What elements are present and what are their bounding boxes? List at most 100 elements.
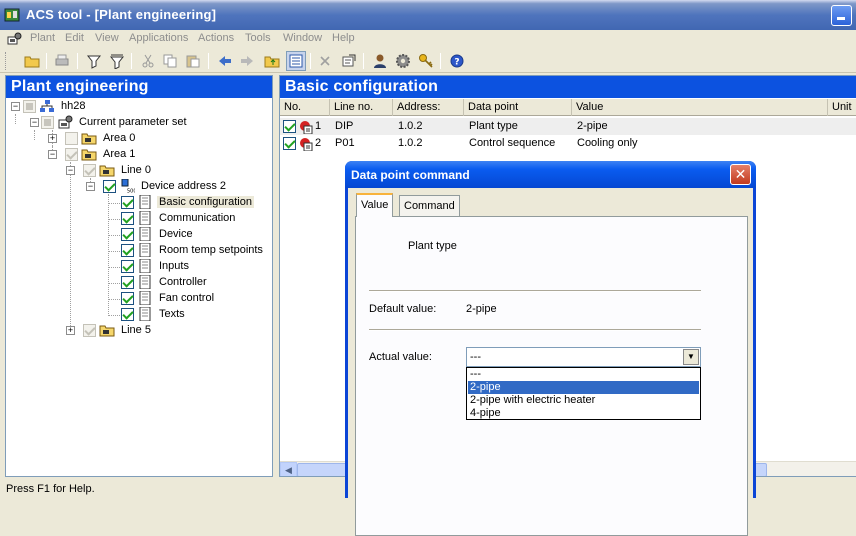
actual-value-label: Actual value: (369, 351, 432, 363)
tree-item-line-0[interactable]: Line 0 (83, 162, 153, 178)
menu-help[interactable]: Help (332, 32, 355, 44)
column-header-address[interactable]: Address: (393, 99, 464, 116)
tree-item-line-5[interactable]: Line 5 (83, 322, 153, 338)
tree-item-fan-control[interactable]: Fan control (121, 290, 216, 306)
column-header-no[interactable]: No. (280, 99, 330, 116)
checkbox-communication[interactable] (121, 211, 134, 225)
column-header-data-point[interactable]: Data point (464, 99, 572, 116)
tree-item-area-0[interactable]: Area 0 (65, 130, 137, 146)
checkbox-device[interactable] (121, 227, 134, 241)
expander-hh28[interactable]: − (11, 102, 20, 111)
svg-text:?: ? (454, 58, 459, 68)
checkbox-texts[interactable] (121, 307, 134, 321)
column-header-value[interactable]: Value (572, 99, 828, 116)
toolbar: ? (0, 49, 856, 73)
checkbox-basic-configuration[interactable] (121, 195, 134, 209)
key-icon[interactable] (416, 51, 436, 71)
arrow-right-icon[interactable] (237, 51, 257, 71)
minimize-button[interactable] (831, 5, 852, 26)
table-row[interactable]: 2 P01 1.0.2 Control sequence Cooling onl… (280, 135, 856, 152)
row-checkbox[interactable] (283, 120, 296, 133)
menu-edit[interactable]: Edit (65, 32, 84, 44)
menu-actions[interactable]: Actions (198, 32, 234, 44)
tab-value[interactable]: Value (356, 193, 394, 217)
svg-text:500: 500 (127, 189, 135, 194)
help-icon[interactable]: ? (447, 51, 467, 71)
filter-all-icon[interactable] (107, 51, 127, 71)
separator (369, 329, 701, 331)
plant-engineering-title: Plant engineering (6, 76, 272, 98)
datapoint-status-icon (300, 121, 313, 134)
tree-item-current-parameter-set[interactable]: Current parameter set (41, 114, 189, 130)
chevron-down-icon[interactable]: ▼ (683, 349, 699, 365)
checkbox-parameter-set[interactable] (41, 115, 54, 129)
tree-item-controller[interactable]: Controller (121, 274, 209, 290)
folder-up-icon[interactable] (262, 51, 282, 71)
close-icon[interactable]: ✕ (730, 164, 751, 185)
menu-window[interactable]: Window (283, 32, 322, 44)
dropdown-option[interactable]: --- (468, 368, 699, 381)
parameter-set-icon (58, 115, 73, 129)
dialog-title-bar[interactable]: Data point command ✕ (345, 161, 756, 188)
column-header-line-no[interactable]: Line no. (330, 99, 393, 116)
properties-icon[interactable] (339, 51, 359, 71)
expander-parameter-set[interactable]: − (30, 118, 39, 127)
user-icon[interactable] (370, 51, 390, 71)
checkbox-controller[interactable] (121, 275, 134, 289)
tab-command[interactable]: Command (399, 195, 460, 216)
tree-item-area-1[interactable]: Area 1 (65, 146, 137, 162)
list-view-icon[interactable] (286, 51, 306, 71)
data-point-command-dialog: Data point command ✕ Value Command Plant… (345, 161, 756, 536)
expander-line-0[interactable]: − (66, 166, 75, 175)
table-row[interactable]: 1 DIP 1.0.2 Plant type 2-pipe (280, 118, 856, 135)
arrow-left-icon[interactable] (215, 51, 235, 71)
print-icon[interactable] (52, 51, 72, 71)
paste-icon[interactable] (183, 51, 203, 71)
dropdown-option-highlighted[interactable]: 2-pipe (468, 381, 699, 394)
device-icon: 500 (121, 179, 135, 194)
row-checkbox[interactable] (283, 137, 296, 150)
dropdown-option[interactable]: 2-pipe with electric heater (468, 394, 699, 407)
column-header-unit[interactable]: Unit (828, 99, 856, 116)
tree-item-device[interactable]: Device (121, 226, 195, 242)
app-icon (4, 8, 20, 22)
cut-icon[interactable] (138, 51, 158, 71)
default-value-label: Default value: (369, 303, 437, 315)
filter-icon[interactable] (84, 51, 104, 71)
menu-tools[interactable]: Tools (245, 32, 271, 44)
delete-icon[interactable] (315, 51, 335, 71)
menu-plant[interactable]: Plant (30, 32, 55, 44)
checkbox-room-temp-setpoints[interactable] (121, 243, 134, 257)
tree-item-basic-configuration[interactable]: Basic configuration (121, 194, 254, 210)
copy-icon[interactable] (160, 51, 180, 71)
scroll-left-icon[interactable]: ◀ (280, 462, 297, 476)
dropdown-option[interactable]: 4-pipe (468, 407, 699, 420)
expander-line-5[interactable]: + (66, 326, 75, 335)
expander-area-1[interactable]: − (48, 150, 57, 159)
toolbar-grip[interactable] (5, 52, 8, 70)
tree-item-hh28[interactable]: hh28 (23, 98, 87, 114)
page-icon (139, 195, 151, 209)
checkbox-hh28[interactable] (23, 99, 36, 113)
expander-area-0[interactable]: + (48, 134, 57, 143)
tree-item-texts[interactable]: Texts (121, 306, 187, 322)
checkbox-area-0[interactable] (65, 131, 78, 145)
open-folder-icon[interactable] (22, 51, 42, 71)
checkbox-line-0[interactable] (83, 163, 96, 177)
tree-item-inputs[interactable]: Inputs (121, 258, 191, 274)
tree-item-room-temp-setpoints[interactable]: Room temp setpoints (121, 242, 265, 258)
plant-menu-icon[interactable] (6, 31, 24, 47)
checkbox-inputs[interactable] (121, 259, 134, 273)
checkbox-line-5[interactable] (83, 323, 96, 337)
tree-item-device-address-2[interactable]: 500 Device address 2 (103, 178, 228, 194)
checkbox-area-1[interactable] (65, 147, 78, 161)
menu-applications[interactable]: Applications (129, 32, 188, 44)
checkbox-fan-control[interactable] (121, 291, 134, 305)
tree-item-communication[interactable]: Communication (121, 210, 237, 226)
gear-icon[interactable] (393, 51, 413, 71)
expander-device-address-2[interactable]: − (86, 182, 95, 191)
checkbox-device-address-2[interactable] (103, 179, 116, 193)
actual-value-select[interactable]: --- ▼ (466, 347, 701, 367)
menu-view[interactable]: View (95, 32, 119, 44)
network-icon (40, 100, 54, 112)
